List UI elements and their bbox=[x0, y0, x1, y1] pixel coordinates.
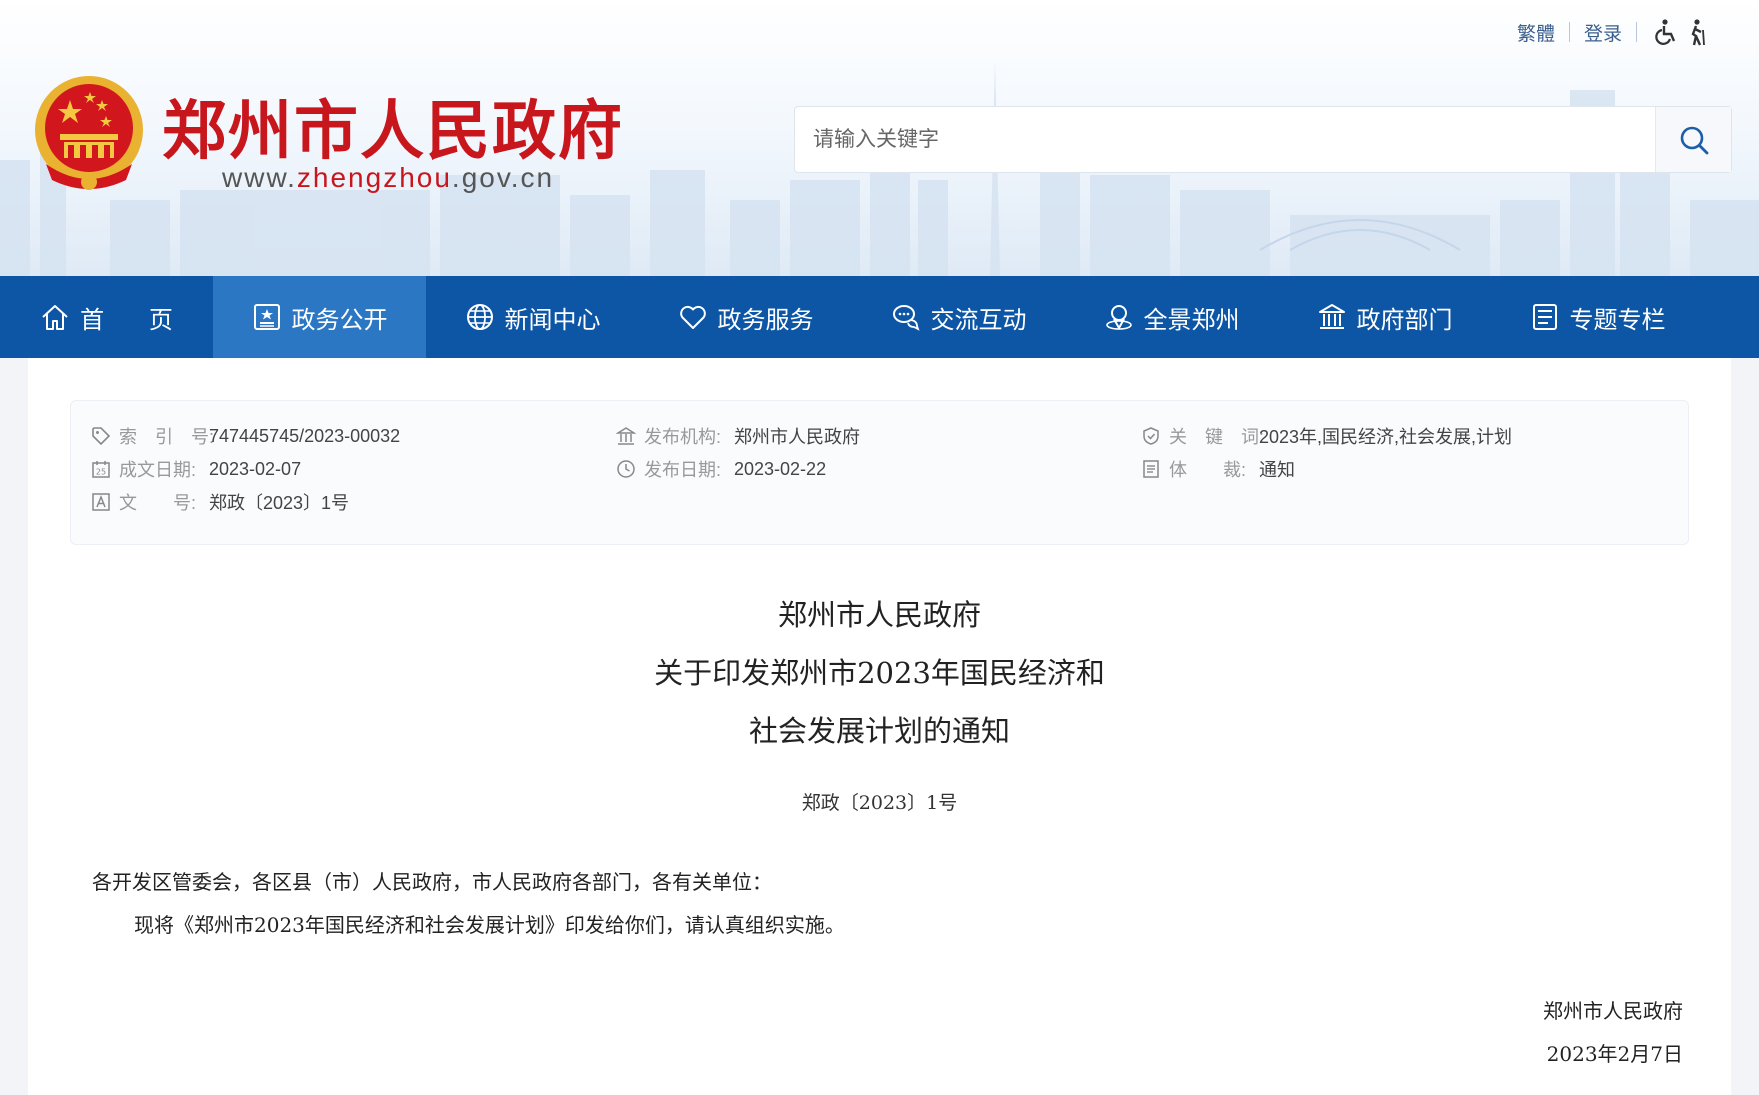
chat-icon bbox=[892, 305, 920, 331]
title-line: 关于印发郑州市2023年国民经济和 bbox=[654, 656, 1105, 690]
topic-icon bbox=[1532, 304, 1557, 330]
nav-label: 专题专栏 bbox=[1569, 306, 1666, 334]
document-icon bbox=[1143, 460, 1159, 478]
meta-value: 747445745/2023-00032 bbox=[209, 425, 401, 446]
search-button[interactable] bbox=[1655, 107, 1731, 172]
nav-label: 政务服务 bbox=[717, 306, 814, 334]
meta-value: 2023年,国民经济,社会发展,计划 bbox=[1259, 427, 1513, 447]
nav-item-interaction[interactable]: 交流互动 bbox=[852, 276, 1065, 358]
title-line: 社会发展计划的通知 bbox=[748, 714, 1010, 748]
calendar-icon: 25 bbox=[92, 461, 110, 478]
site-header: 繁體 登录 郑州市人民政府 www.zhengzhou.gov.cn bbox=[0, 0, 1759, 276]
divider bbox=[1636, 22, 1637, 42]
top-links: 繁體 登录 bbox=[1517, 18, 1713, 46]
divider bbox=[1568, 22, 1570, 42]
gov-open-icon bbox=[253, 304, 280, 330]
nav-label: 新闻中心 bbox=[504, 306, 601, 334]
url-suffix: .gov.cn bbox=[451, 162, 555, 193]
salutation: 各开发区管委会，各区县（市）人民政府，市人民政府各部门，各有关单位： bbox=[92, 870, 772, 894]
meta-value: 2023-02-07 bbox=[209, 458, 302, 479]
url-highlight: zhengzhou bbox=[296, 162, 452, 193]
site-url: www.zhengzhou.gov.cn bbox=[222, 162, 554, 194]
traditional-chinese-link[interactable]: 繁體 bbox=[1517, 19, 1555, 46]
nav-item-panorama[interactable]: 全景郑州 bbox=[1065, 276, 1278, 358]
nav-item-home[interactable]: 首 页 bbox=[0, 276, 213, 358]
nav-item-gov-open[interactable]: 政务公开 bbox=[213, 276, 426, 358]
nav-label: 政府部门 bbox=[1356, 306, 1453, 334]
article-container: 索 引 号: 747445745/2023-00032 发布机构: 郑州市人民政… bbox=[28, 358, 1731, 1095]
document-number: 郑政〔2023〕1号 bbox=[801, 792, 958, 814]
building-icon bbox=[1318, 304, 1345, 329]
meta-value: 郑政〔2023〕1号 bbox=[209, 493, 350, 513]
nav-item-departments[interactable]: 政府部门 bbox=[1278, 276, 1491, 358]
meta-published-date: 发布日期: 2023-02-22 bbox=[616, 456, 826, 482]
body-paragraph: 现将《郑州市2023年国民经济和社会发展计划》印发给你们，请认真组织实施。 bbox=[134, 913, 845, 937]
meta-value: 通知 bbox=[1259, 460, 1295, 480]
meta-value: 2023-02-22 bbox=[734, 458, 827, 479]
nav-item-topics[interactable]: 专题专栏 bbox=[1491, 276, 1704, 358]
panorama-icon bbox=[1105, 305, 1132, 331]
globe-icon bbox=[466, 304, 493, 330]
nav-label: 首 页 bbox=[80, 306, 173, 334]
svg-text:25: 25 bbox=[96, 468, 106, 477]
tag-icon bbox=[92, 427, 111, 446]
heart-icon bbox=[679, 305, 706, 329]
nav-label: 全景郑州 bbox=[1143, 306, 1240, 334]
meta-issuer: 发布机构: 郑州市人民政府 bbox=[616, 423, 860, 449]
home-icon bbox=[42, 305, 68, 330]
building-icon bbox=[616, 427, 636, 445]
meta-label: 关 键 词: bbox=[1169, 427, 1265, 447]
meta-label: 体 裁: bbox=[1169, 460, 1247, 480]
nav-item-services[interactable]: 政务服务 bbox=[639, 276, 852, 358]
document-meta-panel: 索 引 号: 747445745/2023-00032 发布机构: 郑州市人民政… bbox=[70, 400, 1689, 545]
meta-value: 郑州市人民政府 bbox=[734, 427, 860, 447]
elder-icon[interactable] bbox=[1687, 18, 1713, 46]
meta-label: 发布机构: bbox=[644, 427, 722, 447]
wheelchair-icon[interactable] bbox=[1653, 18, 1679, 46]
nav-label: 交流互动 bbox=[930, 306, 1027, 334]
meta-index: 索 引 号: 747445745/2023-00032 bbox=[91, 423, 400, 449]
shield-icon bbox=[1143, 427, 1159, 445]
meta-label: 发布日期: bbox=[644, 460, 722, 480]
clock-icon bbox=[617, 460, 635, 478]
document-title: 郑州市人民政府 关于印发郑州市2023年国民经济和 社会发展计划的通知 bbox=[28, 586, 1731, 760]
url-prefix: www. bbox=[222, 162, 297, 193]
site-title[interactable]: 郑州市人民政府 bbox=[162, 80, 624, 172]
title-line: 郑州市人民政府 bbox=[777, 598, 981, 632]
search-input[interactable] bbox=[795, 107, 1655, 172]
meta-created-date: 25 成文日期: 2023-02-07 bbox=[91, 456, 301, 482]
main-nav: 首 页 政务公开 新闻中心 政务服务 交流互动 全景郑州 政府部门 专题专栏 bbox=[0, 276, 1759, 358]
national-emblem-logo bbox=[35, 76, 143, 190]
login-link[interactable]: 登录 bbox=[1584, 19, 1622, 46]
meta-label: 成文日期: bbox=[119, 460, 197, 480]
meta-label: 索 引 号: bbox=[119, 427, 215, 447]
search-icon bbox=[1680, 126, 1708, 154]
meta-genre: 体 裁: 通知 bbox=[1141, 456, 1295, 482]
meta-keywords: 关 键 词: 2023年,国民经济,社会发展,计划 bbox=[1141, 423, 1512, 449]
nav-item-news[interactable]: 新闻中心 bbox=[426, 276, 639, 358]
meta-label: 文 号: bbox=[119, 493, 197, 513]
meta-doc-number: 文 号: 郑政〔2023〕1号 bbox=[91, 489, 349, 515]
signature: 郑州市人民政府 bbox=[1543, 999, 1683, 1023]
sign-date: 2023年2月7日 bbox=[1546, 1042, 1683, 1066]
font-a-icon bbox=[92, 493, 110, 511]
search-bar bbox=[794, 106, 1732, 173]
nav-label: 政务公开 bbox=[291, 306, 388, 334]
